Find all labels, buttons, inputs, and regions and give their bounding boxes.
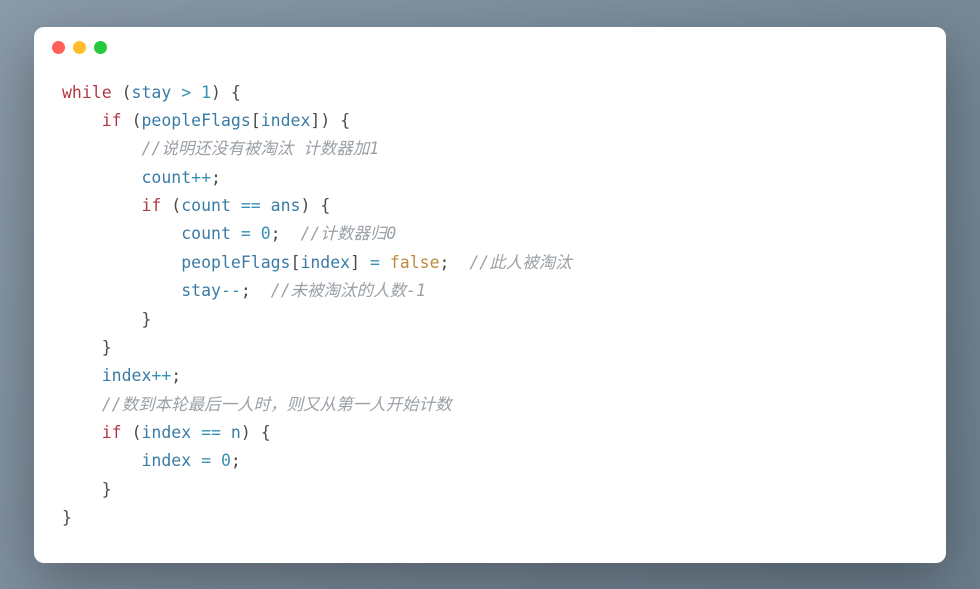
code-line: if (count == ans) {: [62, 196, 330, 215]
keyword-while: while: [62, 83, 112, 102]
comment: //说明还没有被淘汰 计数器加1: [141, 139, 379, 158]
titlebar: [34, 27, 946, 69]
code-line: //说明还没有被淘汰 计数器加1: [62, 139, 379, 158]
keyword-if: if: [102, 111, 122, 130]
code-line: index++;: [62, 366, 181, 385]
code-line: while (stay > 1) {: [62, 83, 241, 102]
code-line: //数到本轮最后一人时，则又从第一人开始计数: [62, 395, 452, 414]
maximize-icon[interactable]: [94, 41, 107, 54]
code-line: }: [62, 508, 72, 527]
code-line: }: [62, 310, 151, 329]
code-line: index = 0;: [62, 451, 241, 470]
keyword-if: if: [102, 423, 122, 442]
code-line: }: [62, 480, 112, 499]
code-line: peopleFlags[index] = false; //此人被淘汰: [62, 253, 572, 272]
code-line: count = 0; //计数器归0: [62, 224, 396, 243]
code-window: while (stay > 1) { if (peopleFlags[index…: [34, 27, 946, 563]
comment: //未被淘汰的人数-1: [271, 281, 426, 300]
code-line: }: [62, 338, 112, 357]
code-line: stay--; //未被淘汰的人数-1: [62, 281, 426, 300]
code-line: if (index == n) {: [62, 423, 271, 442]
keyword-if: if: [141, 196, 161, 215]
close-icon[interactable]: [52, 41, 65, 54]
minimize-icon[interactable]: [73, 41, 86, 54]
comment: //此人被淘汰: [469, 253, 571, 272]
code-line: count++;: [62, 168, 221, 187]
code-block: while (stay > 1) { if (peopleFlags[index…: [34, 69, 946, 563]
comment: //数到本轮最后一人时，则又从第一人开始计数: [102, 395, 452, 414]
comment: //计数器归0: [300, 224, 396, 243]
code-line: if (peopleFlags[index]) {: [62, 111, 350, 130]
